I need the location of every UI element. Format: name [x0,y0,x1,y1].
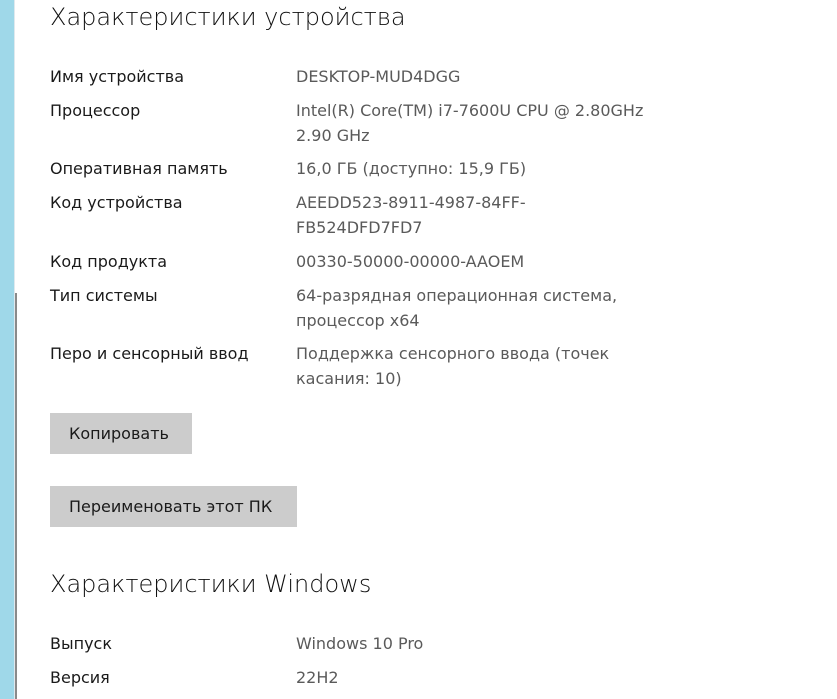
spec-label: Код устройства [50,193,183,212]
spec-label: Оперативная память [50,159,228,178]
spec-value: 64-разрядная операционная система, процес… [296,286,618,330]
spec-value: Windows 10 Pro [296,634,424,653]
spec-label: Код продукта [50,252,168,271]
scrollbar-thumb[interactable] [15,293,17,699]
windows-specs-title: Характеристики Windows [50,570,372,598]
spec-label: Тип системы [50,286,158,305]
spec-value: 22H2 [296,668,339,687]
spec-value: AEEDD523-8911-4987-84FF- FB524DFD7FD7 [296,193,526,237]
spec-label: Процессор [50,101,141,120]
spec-label: Имя устройства [50,67,185,86]
spec-value: Intel(R) Core(TM) i7-7600U CPU @ 2.80GHz… [296,101,644,145]
spec-value: Поддержка сенсорного ввода (точек касания… [296,344,610,388]
rename-pc-button[interactable]: Переименовать этот ПК [50,486,297,527]
spec-label: Версия [50,668,110,687]
copy-button[interactable]: Копировать [50,413,192,454]
spec-label: Выпуск [50,634,112,653]
spec-label: Перо и сенсорный ввод [50,344,249,363]
spec-value: DESKTOP-MUD4DGG [296,67,461,86]
device-specs-title: Характеристики устройства [50,3,406,31]
window-edge-strip [0,0,14,699]
spec-value: 00330-50000-00000-AAOEM [296,252,525,271]
spec-value: 16,0 ГБ (доступно: 15,9 ГБ) [296,159,527,178]
